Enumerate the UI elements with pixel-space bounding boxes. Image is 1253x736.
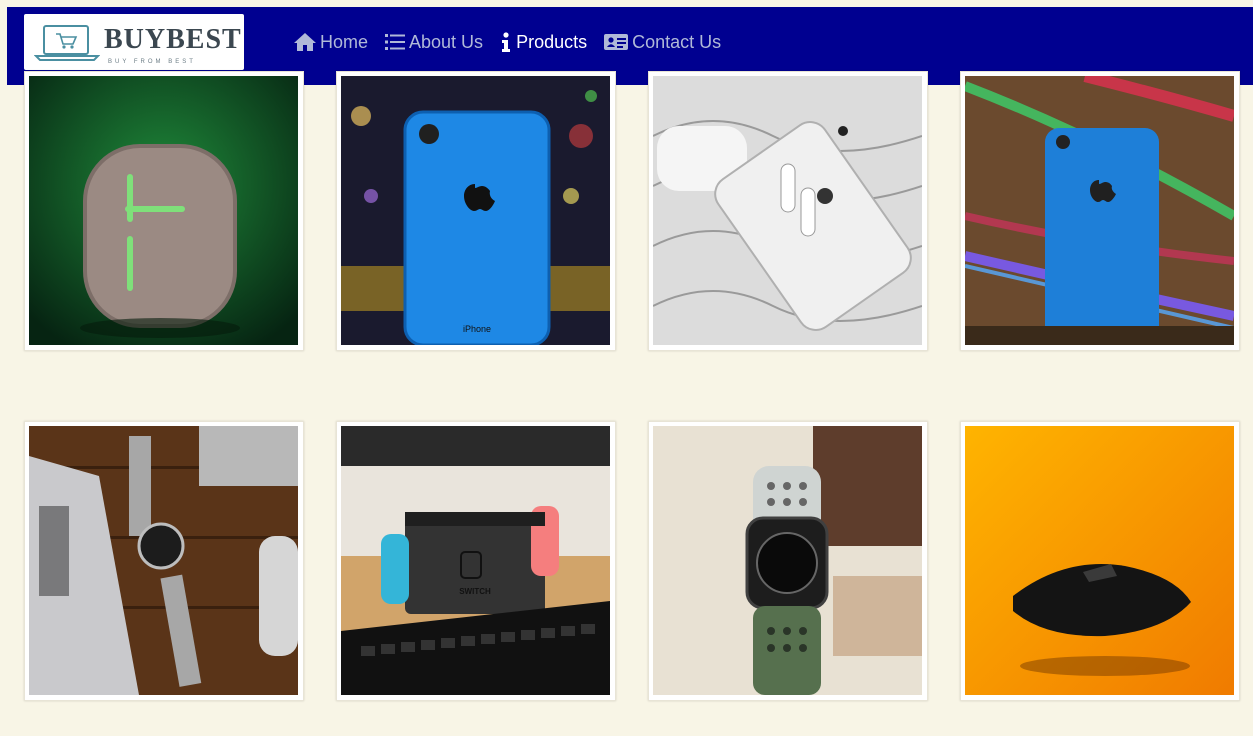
nav-products-label: Products xyxy=(516,31,588,52)
id-card-icon xyxy=(604,34,629,50)
iphone-label: iPhone xyxy=(463,324,491,334)
brand-tagline: BUY FROM BEST xyxy=(108,59,196,65)
list-icon xyxy=(385,34,406,50)
product-image-switch: SWITCH xyxy=(341,426,610,695)
nav-contact[interactable]: Contact Us xyxy=(603,32,721,53)
switch-label: SWITCH xyxy=(459,587,491,596)
product-image-speaker xyxy=(29,76,298,345)
home-icon xyxy=(294,33,316,51)
nav-about-label: About Us xyxy=(409,31,484,52)
product-card-iphone-neon[interactable] xyxy=(960,71,1240,351)
product-card-watch-mesh[interactable] xyxy=(24,421,304,701)
product-card-iphone-blue[interactable]: iPhone xyxy=(336,71,616,351)
product-image-watch-mesh xyxy=(29,426,298,695)
nav-about[interactable]: About Us xyxy=(384,32,483,53)
product-image-iphone-neon xyxy=(965,76,1234,345)
nav-home[interactable]: Home xyxy=(293,32,368,53)
product-card-speaker[interactable] xyxy=(24,71,304,351)
brand-name: BUYBEST xyxy=(104,24,242,55)
nav-home-label: Home xyxy=(320,31,369,52)
product-card-mouse[interactable] xyxy=(960,421,1240,701)
brand-logo[interactable]: BUYBEST BUY FROM BEST xyxy=(24,14,244,70)
product-image-mouse xyxy=(965,426,1234,695)
info-icon xyxy=(502,32,511,52)
main-nav: Home About Us Products Contact Us xyxy=(293,27,737,57)
product-card-apple-watch[interactable] xyxy=(648,421,928,701)
product-card-iphone-airpods[interactable] xyxy=(648,71,928,351)
nav-products[interactable]: Products xyxy=(499,31,587,53)
product-image-iphone-blue: iPhone xyxy=(341,76,610,345)
product-image-apple-watch xyxy=(653,426,922,695)
nav-contact-label: Contact Us xyxy=(632,31,722,52)
product-image-iphone-airpods xyxy=(653,76,922,345)
product-card-switch[interactable]: SWITCH xyxy=(336,421,616,701)
laptop-cart-icon xyxy=(34,25,100,61)
